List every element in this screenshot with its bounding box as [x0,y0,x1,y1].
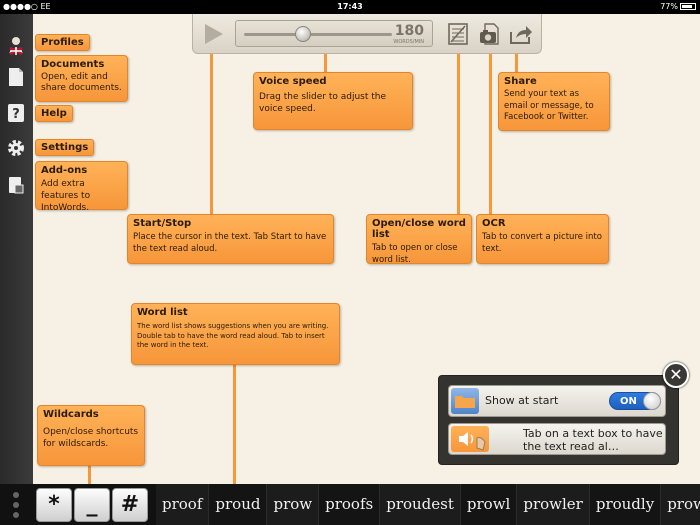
show-at-start-toggle[interactable]: ON [609,392,661,410]
share-callout: Share Send your text as email or message… [498,72,610,131]
wildcard-underscore-button[interactable]: _ [74,488,110,522]
toggle-knob [643,392,661,410]
word-list-callout: Word list The word list shows suggestion… [131,303,340,365]
status-bar: ●●●●○ EE 17:43 77% [0,0,700,14]
show-at-start-row: Show at start ON [448,385,666,417]
voice-speed-callout: Voice speed Drag the slider to adjust th… [253,72,413,130]
wildcard-hash-button[interactable]: # [112,488,148,522]
connector-line [515,54,518,72]
play-button[interactable] [201,22,225,50]
help-label: Help [35,105,73,122]
ocr-callout: OCR Tab to convert a picture into text. [476,214,609,264]
start-stop-callout: Start/Stop Place the cursor in the text.… [127,214,334,264]
callout-title: Word list [137,307,188,318]
gear-icon[interactable] [5,137,27,159]
drag-handle[interactable] [6,492,26,518]
callout-text: Place the cursor in the text. Tab Start … [133,232,327,254]
connector-line [88,466,91,484]
connector-line [489,54,492,214]
share-button[interactable] [509,23,533,49]
callout-text: Tab to open or close word list. [372,243,458,265]
word-list-toggle-button[interactable] [448,23,468,49]
word-suggestion[interactable]: prowler [517,484,590,525]
speaker-icon [451,426,489,452]
word-suggestion[interactable]: prowe [661,484,700,525]
callout-title: Add-ons [41,165,88,176]
connector-line [233,365,236,485]
help-icon[interactable]: ? [5,102,27,124]
word-suggestion[interactable]: proud [209,484,268,525]
word-suggestion[interactable]: proudly [589,484,662,525]
document-icon[interactable] [5,66,27,88]
battery-icon [680,3,696,10]
word-suggestion[interactable]: prowl [460,484,518,525]
close-hint-button[interactable]: ✕ [663,362,689,388]
callout-text: Send your text as email or message, to F… [504,89,594,122]
connector-line [210,54,213,214]
speed-slider-track[interactable] [244,33,392,36]
callout-title: OCR [482,218,506,229]
camera-icon [480,23,499,45]
folder-icon [451,388,479,414]
profiles-label: Profiles [35,34,90,51]
callout-text: Add extra features to IntoWords. [41,179,91,213]
wildcard-asterisk-button[interactable]: * [36,488,72,522]
word-suggestion[interactable]: proofs [319,484,381,525]
read-aloud-hint-text: Tab on a text box to have the text read … [523,427,663,453]
word-suggestion[interactable]: proudest [380,484,461,525]
word-suggestion[interactable]: proof [156,484,210,525]
callout-title: Wildcards [43,409,99,420]
connector-line [324,54,327,72]
speed-value: 180 [394,23,424,39]
hint-panel: Show at start ON Tab on a text box to ha… [438,375,679,465]
ocr-button[interactable] [479,23,501,49]
read-aloud-hint-row: Tab on a text box to have the text read … [448,423,666,455]
battery-indicator: 77% [660,2,696,11]
callout-title: Voice speed [259,76,327,87]
callout-text: Tab to convert a picture into text. [482,232,602,254]
callout-text: Open/close shortcuts for wildscards. [43,427,139,449]
voice-speed-control: 180 WORDS/MIN [235,20,433,47]
word-list-icon [448,23,468,45]
bottom-bar: * _ # proof proud prow proofs proudest p… [0,484,700,525]
addon-icon[interactable] [5,174,27,196]
callout-text: The word list shows suggestions when you… [137,322,329,349]
svg-text:?: ? [12,107,20,122]
documents-callout: Documents Open, edit and share documents… [35,55,128,102]
speed-slider-knob[interactable] [295,26,312,42]
top-toolbar: 180 WORDS/MIN [192,14,542,54]
word-list-toggle-callout: Open/close word list Tab to open or clos… [366,214,472,265]
settings-label: Settings [35,139,95,156]
sidebar: ? [0,14,33,484]
callout-text: Open, edit and share documents. [41,72,122,93]
callout-title: Open/close word list [372,218,466,240]
addons-callout: Add-ons Add extra features to IntoWords. [35,161,128,213]
callout-title: Start/Stop [133,218,192,229]
close-icon: ✕ [669,365,683,384]
callout-title: Documents [41,59,105,70]
word-suggestion[interactable]: prow [267,484,320,525]
play-icon [205,24,223,44]
speed-unit: WORDS/MIN [393,39,424,45]
share-icon [510,26,532,44]
connector-line [457,54,460,214]
toggle-on-label: ON [620,396,637,407]
callout-text: Drag the slider to adjust the voice spee… [259,92,387,114]
wildcards-callout: Wildcards Open/close shortcuts for wilds… [37,405,145,466]
profile-icon[interactable] [5,34,27,56]
callout-title: Share [504,76,537,87]
clock: 17:43 [337,2,363,11]
word-list-bar: proof proud prow proofs proudest prowl p… [156,484,700,525]
show-at-start-label: Show at start [485,394,559,407]
